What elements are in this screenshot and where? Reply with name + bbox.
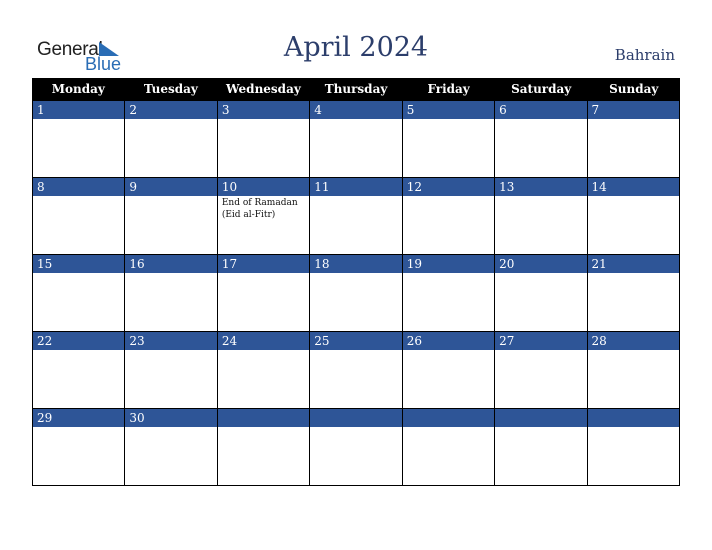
day-cell[interactable]: 8 xyxy=(32,178,125,255)
weekday-thursday: Thursday xyxy=(324,82,388,96)
day-cell[interactable]: 26 xyxy=(401,332,495,409)
day-cell[interactable]: 20 xyxy=(494,255,587,332)
day-cell[interactable]: 30 xyxy=(124,409,217,486)
day-number: 2 xyxy=(125,101,217,119)
week-row: 22 23 24 25 26 27 28 xyxy=(32,332,680,409)
weekday-sunday: Sunday xyxy=(609,82,659,96)
day-cell[interactable]: 21 xyxy=(586,255,680,332)
day-cell[interactable] xyxy=(401,409,495,486)
day-number: 15 xyxy=(33,255,125,273)
day-number: 9 xyxy=(125,178,217,196)
day-number: 3 xyxy=(217,101,310,119)
day-cell[interactable]: 22 xyxy=(32,332,125,409)
week-row: 8 9 10 End of Ramadan (Eid al-Fitr) 11 12 13 14 xyxy=(32,178,680,255)
day-number: 7 xyxy=(587,101,679,119)
day-cell[interactable]: 1 xyxy=(32,101,125,178)
day-number: 6 xyxy=(495,101,587,119)
day-cell[interactable]: 14 xyxy=(586,178,680,255)
week-row: 15 16 17 18 19 20 21 xyxy=(32,255,680,332)
calendar-title: April 2024 xyxy=(283,32,429,63)
week-row: 1234567 xyxy=(32,101,680,178)
day-number: 19 xyxy=(402,255,495,273)
day-number: 4 xyxy=(310,101,402,119)
day-cell[interactable]: 6 xyxy=(494,101,587,178)
day-cell[interactable]: 4 xyxy=(309,101,402,178)
calendar-grid: Monday Tuesday Wednesday Thursday Friday Satu… xyxy=(32,78,680,486)
week-row: 29 30 xyxy=(32,409,680,486)
day-number: 29 xyxy=(33,409,125,427)
weekday-header: Monday Tuesday Wednesday Thursday Friday Satu… xyxy=(32,78,680,101)
day-cell[interactable]: 19 xyxy=(401,255,495,332)
day-number: 26 xyxy=(402,332,495,350)
day-cell[interactable]: 3 xyxy=(216,101,310,178)
weekday-friday: Friday xyxy=(427,82,470,96)
day-cell[interactable]: 12 xyxy=(401,178,495,255)
day-cell[interactable]: 29 xyxy=(32,409,125,486)
day-cell[interactable]: 5 xyxy=(401,101,495,178)
day-number: 5 xyxy=(402,101,495,119)
day-cell[interactable] xyxy=(494,409,587,486)
day-cell[interactable]: 27 xyxy=(494,332,587,409)
day-cell[interactable]: 16 xyxy=(124,255,217,332)
day-cell[interactable]: 18 xyxy=(309,255,402,332)
day-cell[interactable]: 10 End of Ramadan (Eid al-Fitr) xyxy=(216,178,310,255)
day-number: 13 xyxy=(495,178,587,196)
day-cell[interactable]: 13 xyxy=(494,178,587,255)
day-number: 1 xyxy=(33,101,125,119)
weekday-monday: Monday xyxy=(51,82,105,96)
day-cell[interactable]: 7 xyxy=(586,101,680,178)
day-cell[interactable] xyxy=(216,409,310,486)
day-cell[interactable]: 15 xyxy=(32,255,125,332)
day-number: 14 xyxy=(587,178,679,196)
day-cell[interactable] xyxy=(309,409,402,486)
day-cell[interactable]: 28 xyxy=(586,332,680,409)
day-number: 23 xyxy=(125,332,217,350)
day-cell[interactable]: 9 xyxy=(124,178,217,255)
day-number: 10 xyxy=(217,178,310,196)
day-cell[interactable]: 17 xyxy=(216,255,310,332)
day-number: 25 xyxy=(310,332,402,350)
day-cell[interactable]: 23 xyxy=(124,332,217,409)
country-label: Bahrain xyxy=(614,46,675,64)
day-number: 24 xyxy=(217,332,310,350)
day-number xyxy=(402,409,495,427)
day-number xyxy=(310,409,402,427)
day-number xyxy=(495,409,587,427)
day-number: 21 xyxy=(587,255,679,273)
day-cell[interactable] xyxy=(586,409,680,486)
day-cell[interactable]: 25 xyxy=(309,332,402,409)
day-number: 22 xyxy=(33,332,125,350)
day-number: 8 xyxy=(33,178,125,196)
day-cell[interactable]: 2 xyxy=(124,101,217,178)
day-number xyxy=(217,409,310,427)
weekday-tuesday: Tuesday xyxy=(143,82,198,96)
day-number: 17 xyxy=(217,255,310,273)
weekday-wednesday: Wednesday xyxy=(226,82,301,96)
day-number: 18 xyxy=(310,255,402,273)
day-number: 16 xyxy=(125,255,217,273)
day-cell[interactable]: 11 xyxy=(309,178,402,255)
holiday-event: End of Ramadan (Eid al-Fitr) xyxy=(221,198,298,220)
weekday-saturday: Saturday xyxy=(511,82,572,96)
day-number: 12 xyxy=(402,178,495,196)
day-number: 30 xyxy=(125,409,217,427)
day-number: 11 xyxy=(310,178,402,196)
day-cell[interactable]: 24 xyxy=(216,332,310,409)
day-number: 28 xyxy=(587,332,679,350)
day-number: 27 xyxy=(495,332,587,350)
day-number: 20 xyxy=(495,255,587,273)
day-number xyxy=(587,409,679,427)
